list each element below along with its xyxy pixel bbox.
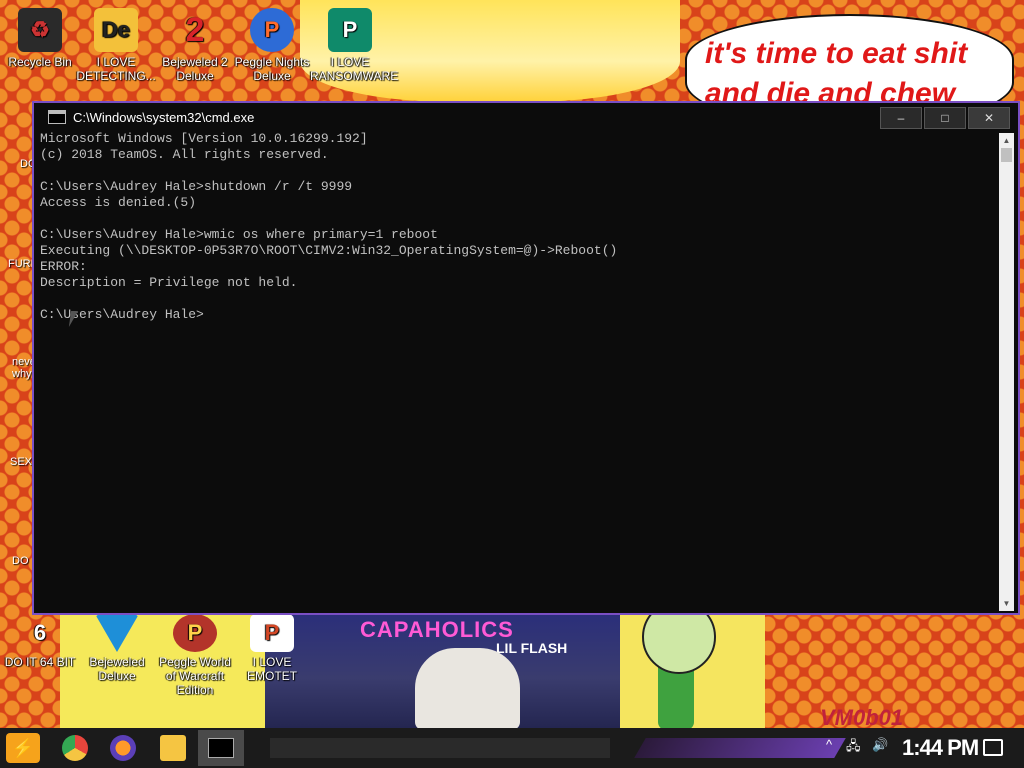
taskbar-decoration: [634, 738, 846, 758]
close-button[interactable]: ✕: [968, 107, 1010, 129]
peggle-wow-icon: P: [173, 614, 217, 652]
desktop-icon-partial-sex[interactable]: SEX: [10, 456, 32, 468]
cmd-taskbar-icon: [208, 738, 234, 758]
taskbar-search-area[interactable]: [270, 738, 610, 758]
bejeweled-icon: [95, 614, 139, 652]
face-64bit-icon: 6: [33, 620, 47, 645]
detecting-app-icon: De: [94, 8, 138, 52]
scroll-up-arrow-icon[interactable]: ▲: [999, 133, 1014, 148]
file-explorer-taskbar-icon[interactable]: [160, 735, 186, 761]
desktop-icon-ransomware[interactable]: P I LOVE RANSOMWARE: [310, 8, 399, 83]
desktop-icon-label: DO IT 64 BIT: [4, 655, 76, 669]
album-title: CAPAHOLICS: [360, 617, 514, 642]
desktop-icon-label: Bejeweled Deluxe: [89, 655, 145, 683]
desktop-icon-label: Recycle Bin: [8, 55, 72, 69]
desktop-icon-label: Peggle World of Warcraft Edition: [159, 655, 231, 697]
desktop-icon-peggle-nights[interactable]: P Peggle Nights Deluxe: [232, 8, 312, 83]
firefox-taskbar-icon[interactable]: [110, 735, 136, 761]
mouse-cursor-icon: [68, 311, 86, 327]
emotet-doc-icon: P: [250, 614, 294, 652]
action-center-icon[interactable]: [983, 739, 1003, 756]
network-icon[interactable]: 🖧: [846, 737, 861, 759]
console-output[interactable]: Microsoft Windows [Version 10.0.16299.19…: [40, 131, 995, 611]
cmd-window-title: C:\Windows\system32\cmd.exe: [73, 109, 255, 125]
desktop-icon-partial-doc[interactable]: neve why: [12, 356, 36, 380]
volume-icon[interactable]: 🔊: [872, 737, 888, 753]
scrollbar-thumb[interactable]: [1001, 148, 1012, 162]
album-figure-art: [415, 648, 520, 730]
cmd-titlebar[interactable]: C:\Windows\system32\cmd.exe – □ ✕: [34, 103, 1018, 131]
desktop-icon-bejeweled-2[interactable]: 2 Bejeweled 2 Deluxe: [155, 8, 235, 83]
cmd-window[interactable]: C:\Windows\system32\cmd.exe – □ ✕ Micros…: [32, 101, 1020, 615]
bejeweled-2-icon: 2: [185, 11, 205, 49]
peggle-nights-icon: P: [250, 8, 294, 52]
desktop-icon-recycle-bin[interactable]: ♻ Recycle Bin: [0, 8, 80, 69]
recycle-bin-icon: ♻: [18, 8, 62, 52]
desktop-icon-label: I LOVE RANSOMWARE: [310, 55, 399, 83]
ransomware-doc-icon: P: [328, 8, 372, 52]
desktop-icon-do-it-64[interactable]: 6 DO IT 64 BIT: [0, 614, 80, 670]
desktop-icon-peggle-wow[interactable]: P Peggle World of Warcraft Edition: [155, 614, 235, 697]
chrome-taskbar-icon[interactable]: [62, 735, 88, 761]
tray-chevron-icon[interactable]: ^: [826, 737, 832, 752]
album-artist: LIL FLASH: [496, 640, 568, 656]
desktop-icon-label: I LOVE EMOTET: [247, 655, 297, 683]
vertical-scrollbar[interactable]: ▲ ▼: [999, 133, 1014, 611]
desktop-icon-label: Peggle Nights Deluxe: [234, 55, 310, 83]
scroll-down-arrow-icon[interactable]: ▼: [999, 596, 1014, 611]
desktop-icon-label: I LOVE DETECTING...: [76, 55, 156, 83]
cmd-window-icon: [48, 110, 66, 124]
start-button[interactable]: ⚡: [6, 733, 40, 763]
desktop-icon-detecting[interactable]: De I LOVE DETECTING...: [76, 8, 156, 83]
desktop-icon-label: Bejeweled 2 Deluxe: [162, 55, 228, 83]
minimize-button[interactable]: –: [880, 107, 922, 129]
maximize-button[interactable]: □: [924, 107, 966, 129]
desktop-icon-bejeweled[interactable]: Bejeweled Deluxe: [77, 614, 157, 683]
taskbar-clock[interactable]: 1:44 PM: [902, 735, 979, 761]
desktop-icon-emotet[interactable]: P I LOVE EMOTET: [232, 614, 312, 683]
desktop-icon-label: SEX: [10, 456, 33, 468]
